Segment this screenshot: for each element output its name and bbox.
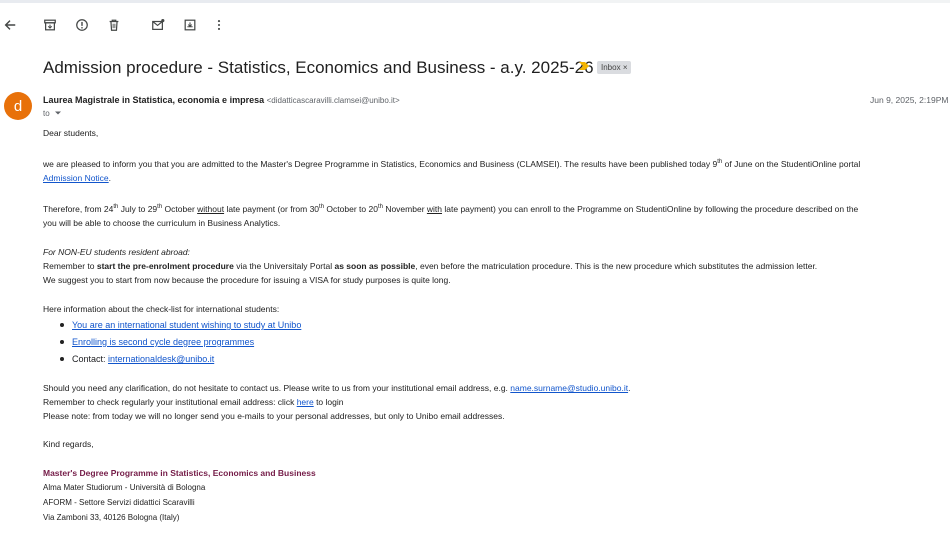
p2-t7: late payment) you can enroll to the Prog… xyxy=(442,204,859,214)
back-arrow-icon xyxy=(4,20,16,30)
p3-c: via the Universitaly Portal xyxy=(233,261,335,271)
sender-email: <didatticascaravilli.clamsei@unibo.it> xyxy=(266,96,400,105)
checklist: You are an international student wishing… xyxy=(58,318,301,369)
p7: Please note: from today we will no longe… xyxy=(43,411,505,421)
delete-button[interactable] xyxy=(101,12,127,38)
international-desk-email-link[interactable]: internationaldesk@unibo.it xyxy=(108,354,214,364)
inbox-label-chip[interactable]: Inbox × xyxy=(597,61,632,74)
mark-unread-button[interactable] xyxy=(145,12,171,38)
signature-title: Master's Degree Programme in Statistics,… xyxy=(43,468,316,478)
archive-icon xyxy=(44,19,56,31)
sender-name[interactable]: Laurea Magistrale in Statistica, economi… xyxy=(43,95,264,105)
sender-avatar[interactable]: d xyxy=(4,92,32,120)
list-item: You are an international student wishing… xyxy=(58,318,301,335)
p2-t5: October to 20 xyxy=(324,204,378,214)
p3-d: , even before the matriculation procedur… xyxy=(415,261,818,271)
message-toolbar xyxy=(0,12,950,38)
p1-text-end: of June on the StudentiOnline portal xyxy=(722,159,861,169)
p3-line2: We suggest you to start from now because… xyxy=(43,275,451,285)
closing: Kind regards, xyxy=(43,439,94,449)
institutional-email-example-link[interactable]: name.surname@studio.unibo.it xyxy=(510,383,628,393)
p2-t3: October xyxy=(162,204,198,214)
p6-b: to login xyxy=(313,397,344,407)
mark-unread-icon xyxy=(152,19,165,30)
remove-label-button[interactable]: × xyxy=(623,63,628,72)
admission-notice-link[interactable]: Admission Notice xyxy=(43,173,109,183)
back-button[interactable] xyxy=(0,12,23,38)
archive-button[interactable] xyxy=(37,12,63,38)
report-spam-button[interactable] xyxy=(69,12,95,38)
p5-end: . xyxy=(628,383,631,393)
p6-a: Remember to check regularly your institu… xyxy=(43,397,297,407)
recipients-toggle[interactable]: to xyxy=(43,109,62,118)
p2-with: with xyxy=(426,204,443,214)
p1-text: we are pleased to inform you that you ar… xyxy=(43,159,718,169)
more-options-button[interactable] xyxy=(206,12,232,38)
signature-line-3: Via Zamboni 33, 40126 Bologna (Italy) xyxy=(43,513,180,522)
p3-bold2: as soon as possible xyxy=(334,261,416,271)
chevron-down-icon xyxy=(54,111,61,115)
more-vert-icon xyxy=(217,20,221,30)
checklist-intro: Here information about the check-list fo… xyxy=(43,304,280,314)
report-icon xyxy=(76,19,88,31)
p2-t6: November xyxy=(382,204,427,214)
login-here-link[interactable]: here xyxy=(297,397,314,407)
paragraph-non-eu: For NON-EU students resident abroad: Rem… xyxy=(43,245,817,287)
email-date: Jun 9, 2025, 2:19PM xyxy=(870,95,949,105)
to-label: to xyxy=(43,109,50,118)
non-eu-heading: For NON-EU students resident abroad: xyxy=(43,247,190,257)
p2-line2: you will be able to choose the curriculu… xyxy=(43,218,281,228)
list-item: Enrolling is second cycle degree program… xyxy=(58,335,301,352)
p3-bold1: start the pre-enrolment procedure xyxy=(96,261,234,271)
signature-line-1: Alma Mater Studiorum - Università di Bol… xyxy=(43,483,206,492)
inbox-label-text: Inbox xyxy=(601,63,621,72)
contact-label: Contact: xyxy=(72,354,109,364)
enrolling-second-cycle-link[interactable]: Enrolling is second cycle degree program… xyxy=(72,337,254,347)
move-to-button[interactable] xyxy=(177,12,203,38)
greeting: Dear students, xyxy=(43,128,99,138)
paragraph-admission: we are pleased to inform you that you ar… xyxy=(43,157,860,185)
paragraph-enrollment: Therefore, from 24th July to 29th Octobe… xyxy=(43,202,858,230)
sender-line: Laurea Magistrale in Statistica, economi… xyxy=(43,95,400,105)
importance-marker-icon[interactable] xyxy=(578,61,590,71)
international-student-link[interactable]: You are an international student wishing… xyxy=(72,320,301,330)
p2-t4: late payment (or from 30 xyxy=(224,204,320,214)
list-item: Contact: internationaldesk@unibo.it xyxy=(58,352,301,369)
p2-t1: Therefore, from 24 xyxy=(43,204,114,214)
signature: Master's Degree Programme in Statistics,… xyxy=(43,466,316,525)
p5-a: Should you need any clarification, do no… xyxy=(43,383,511,393)
delete-icon xyxy=(109,19,119,31)
p1-period: . xyxy=(108,173,112,183)
p2-t2: July to 29 xyxy=(118,204,158,214)
top-bar-edge xyxy=(0,0,950,3)
move-to-icon xyxy=(184,19,196,31)
p2-without: without xyxy=(197,204,225,214)
signature-line-2: AFORM - Settore Servizi didattici Scarav… xyxy=(43,498,195,507)
paragraph-contact: Should you need any clarification, do no… xyxy=(43,381,630,423)
email-subject: Admission procedure - Statistics, Econom… xyxy=(43,58,594,77)
p3-a: Remember to xyxy=(43,261,97,271)
